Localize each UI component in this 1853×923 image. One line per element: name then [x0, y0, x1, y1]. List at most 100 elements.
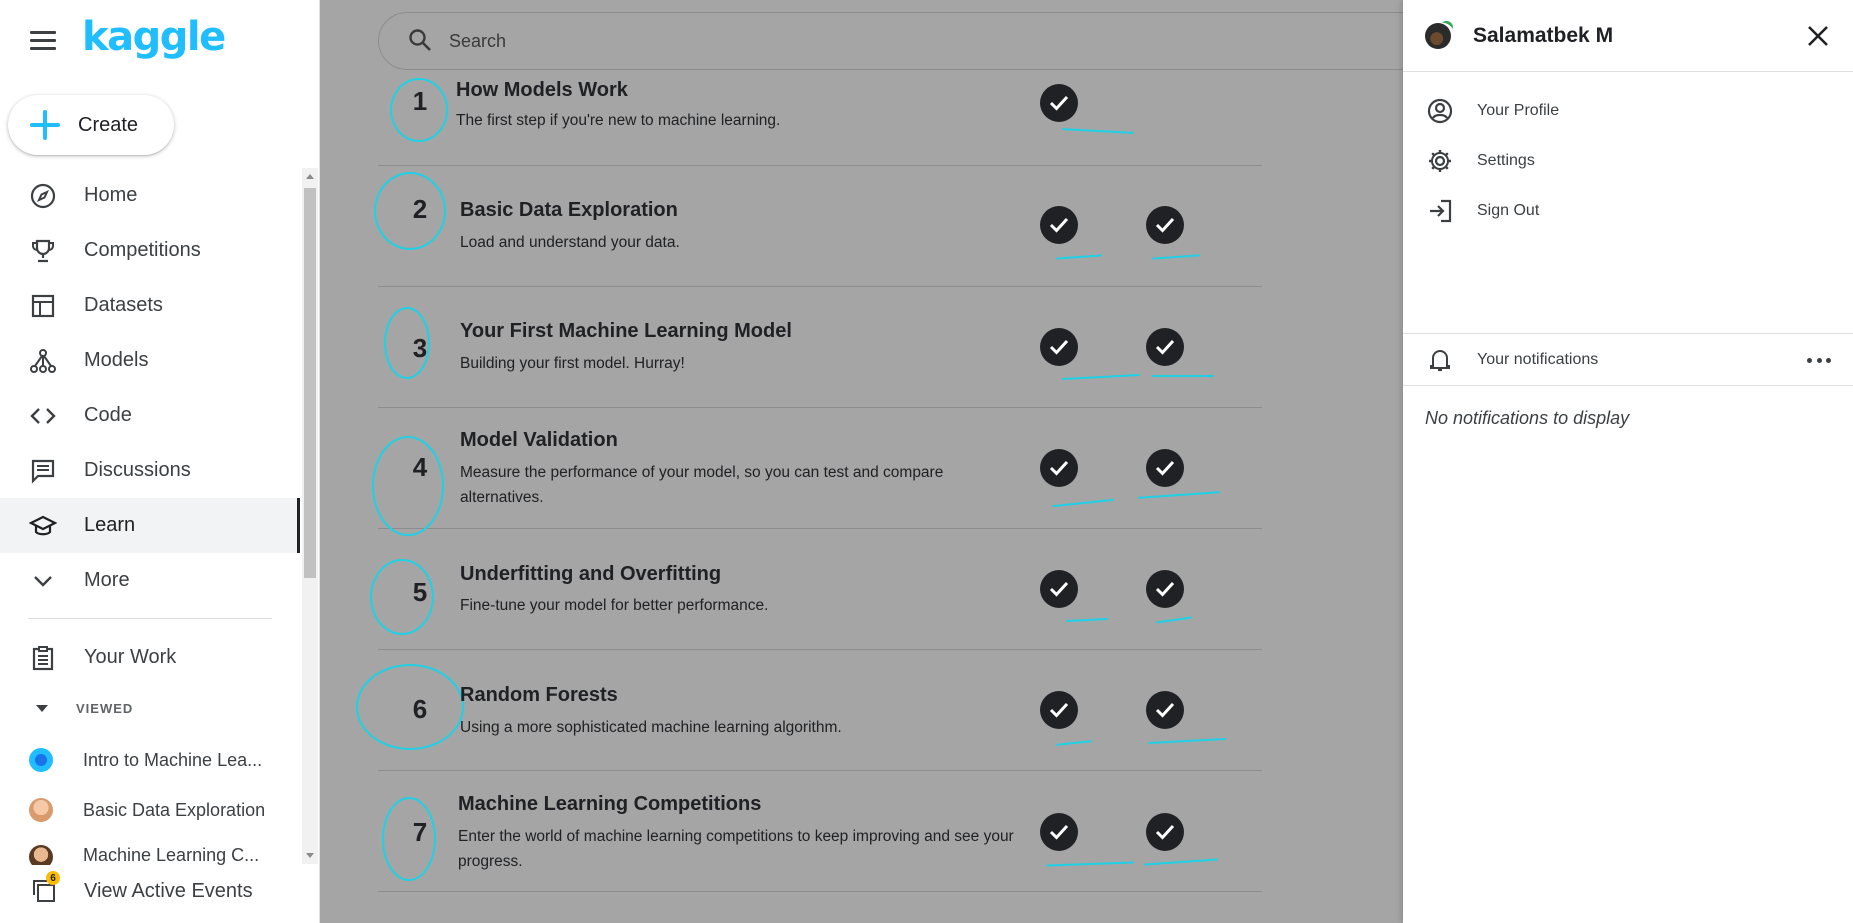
sidebar-item-label: Learn — [84, 514, 136, 536]
menu-item-settings[interactable]: Settings — [1403, 136, 1853, 186]
annotation-underline — [1055, 740, 1093, 746]
annotation-circle — [372, 436, 444, 536]
tutorial-complete-check-icon — [1040, 813, 1078, 851]
models-icon — [28, 346, 58, 376]
tutorial-complete-check-icon — [1040, 570, 1078, 608]
search-input[interactable] — [449, 30, 1049, 52]
annotation-underline — [1156, 616, 1192, 624]
lesson-row[interactable]: 4 Model Validation Measure the performan… — [372, 408, 1262, 536]
exercise-complete-check-icon — [1146, 813, 1184, 851]
lesson-description: Using a more sophisticated machine learn… — [460, 719, 842, 736]
lesson-row[interactable]: 6 Random Forests Using a more sophistica… — [356, 650, 1262, 771]
exercise-complete-check-icon — [1146, 691, 1184, 729]
viewed-item-label: Machine Learning C... — [83, 845, 260, 865]
sidebar-divider — [28, 618, 272, 619]
sidebar-item-home[interactable]: Home — [0, 168, 300, 223]
sidebar-item-label: Discussions — [84, 459, 191, 481]
sidebar-item-competitions[interactable]: Competitions — [0, 223, 300, 278]
sidebar-item-label: Datasets — [84, 294, 163, 316]
search-icon — [407, 27, 435, 55]
sidebar-item-discussions[interactable]: Discussions — [0, 443, 300, 498]
discussion-icon — [28, 456, 58, 486]
hamburger-menu-icon[interactable] — [30, 31, 56, 53]
account-menu: Your Profile Settings Sign Out — [1403, 72, 1853, 334]
tutorial-complete-check-icon — [1040, 84, 1078, 122]
sidebar-item-models[interactable]: Models — [0, 333, 300, 388]
lesson-title[interactable]: Basic Data Exploration — [460, 199, 678, 222]
lesson-number: 1 — [412, 86, 428, 116]
lesson-description: Enter the world of machine learning comp… — [458, 828, 1014, 870]
events-count-badge: 6 — [46, 871, 60, 885]
avatar[interactable] — [1425, 22, 1451, 49]
create-button[interactable]: Create — [8, 95, 174, 155]
sidebar-item-label: Competitions — [84, 239, 201, 261]
sign-out-icon — [1425, 196, 1455, 226]
annotation-underline — [1152, 375, 1214, 377]
scroll-down-icon[interactable] — [306, 853, 314, 858]
lesson-row[interactable]: 2 Basic Data Exploration Load and unders… — [374, 166, 1262, 287]
lesson-title[interactable]: Your First Machine Learning Model — [460, 320, 792, 343]
exercise-complete-check-icon — [1146, 206, 1184, 244]
menu-item-your-profile[interactable]: Your Profile — [1403, 86, 1853, 136]
clipboard-icon — [28, 643, 58, 673]
menu-item-label: Sign Out — [1477, 202, 1540, 219]
tutorial-complete-check-icon — [1040, 328, 1078, 366]
tutorial-complete-check-icon — [1040, 449, 1078, 487]
create-button-label: Create — [78, 113, 139, 136]
tutorial-complete-check-icon — [1040, 691, 1078, 729]
viewed-item-label: Basic Data Exploration — [83, 799, 266, 820]
sidebar-item-label: Home — [84, 184, 138, 206]
bell-icon — [1425, 345, 1455, 375]
viewed-section-toggle[interactable]: VIEWED — [0, 696, 133, 720]
menu-item-sign-out[interactable]: Sign Out — [1403, 186, 1853, 236]
lesson-title[interactable]: Model Validation — [460, 429, 618, 452]
lesson-number: 7 — [412, 817, 428, 847]
more-options-icon[interactable] — [1807, 348, 1831, 372]
lesson-row[interactable]: 1 How Models Work The first step if you'… — [378, 72, 1262, 166]
viewed-header: VIEWED — [76, 700, 134, 716]
tutorial-complete-check-icon — [1040, 206, 1078, 244]
sidebar-item-code[interactable]: Code — [0, 388, 300, 443]
view-active-events-button[interactable]: 6 View Active Events — [0, 868, 300, 914]
viewed-item[interactable]: Basic Data Exploration — [0, 785, 300, 835]
empty-notifications-text: No notifications to display — [1425, 408, 1630, 428]
lesson-description: Load and understand your data. — [460, 234, 680, 251]
exercise-complete-check-icon — [1146, 570, 1184, 608]
lesson-title[interactable]: How Models Work — [456, 79, 628, 102]
account-panel: Salamatbek M Your Profile Settings Sign … — [1403, 0, 1853, 923]
scroll-up-icon[interactable] — [306, 174, 314, 179]
lesson-title[interactable]: Machine Learning Competitions — [458, 793, 761, 816]
sidebar-scrollbar[interactable] — [302, 168, 318, 864]
lesson-description: Fine-tune your model for better performa… — [460, 597, 769, 614]
lesson-row[interactable]: 5 Underfitting and Overfitting Fine-tune… — [370, 529, 1262, 650]
code-icon — [28, 401, 58, 431]
course-thumbnail-icon — [29, 748, 53, 772]
caret-down-icon — [36, 704, 48, 712]
sidebar-item-more[interactable]: More — [0, 553, 300, 608]
sidebar-item-your-work[interactable]: Your Work — [0, 630, 300, 685]
kaggle-logo[interactable]: kaggle — [82, 14, 226, 60]
lesson-number: 3 — [412, 333, 428, 363]
close-icon[interactable] — [1805, 23, 1831, 49]
sidebar-item-label: Your Work — [84, 646, 177, 668]
compass-icon — [28, 181, 58, 211]
sidebar-item-learn[interactable]: Learn — [0, 498, 300, 553]
lesson-row[interactable]: 3 Your First Machine Learning Model Buil… — [378, 287, 1262, 408]
annotation-underline — [1151, 254, 1201, 260]
avatar — [29, 845, 53, 865]
annotation-underline — [1138, 491, 1220, 499]
lesson-row[interactable]: 7 Machine Learning Competitions Enter th… — [378, 771, 1262, 892]
annotation-underline — [1055, 254, 1103, 260]
lesson-title[interactable]: Underfitting and Overfitting — [460, 563, 721, 586]
viewed-item[interactable]: Intro to Machine Lea... — [0, 735, 300, 785]
table-icon — [28, 291, 58, 321]
notifications-header: Your notifications — [1403, 334, 1853, 386]
lesson-number: 4 — [412, 452, 428, 482]
scrollbar-thumb[interactable] — [304, 188, 316, 578]
lesson-title[interactable]: Random Forests — [460, 684, 618, 707]
annotation-underline — [1148, 737, 1226, 745]
sidebar-item-datasets[interactable]: Datasets — [0, 278, 300, 333]
menu-item-label: Your Profile — [1477, 102, 1560, 119]
viewed-item[interactable]: Machine Learning C... — [0, 833, 300, 865]
search-bar[interactable] — [378, 12, 1403, 70]
